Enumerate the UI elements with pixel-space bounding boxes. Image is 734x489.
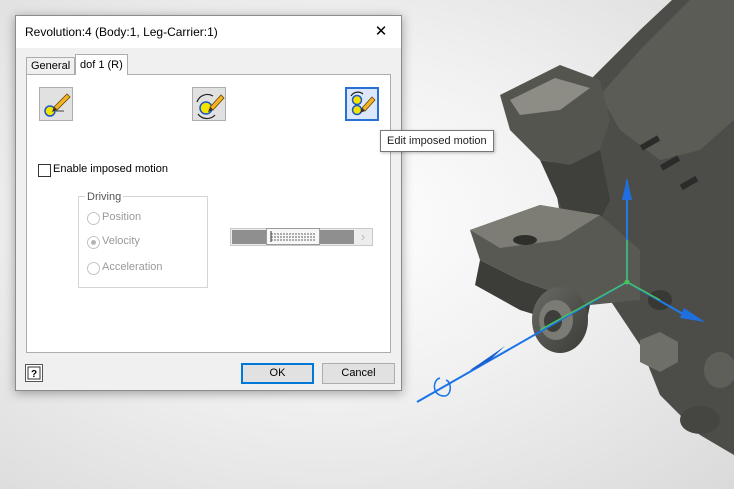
edit-imposed-motion-button[interactable] [345, 87, 379, 121]
edit-initial-condition-icon [44, 93, 71, 117]
slider-thumb[interactable] [266, 228, 320, 245]
radio-acceleration[interactable] [87, 262, 100, 275]
dialog-titlebar[interactable]: Revolution:4 (Body:1, Leg-Carrier:1) ✕ [16, 16, 401, 48]
edit-joint-friction-icon [196, 93, 225, 120]
motion-value-slider[interactable]: › [230, 228, 373, 246]
radio-velocity[interactable] [87, 236, 100, 249]
tooltip: Edit imposed motion [380, 130, 494, 152]
slider-right-arrow[interactable]: › [354, 229, 372, 245]
radio-acceleration-label: Acceleration [102, 261, 163, 273]
edit-imposed-motion-icon [350, 91, 376, 116]
help-icon: ? [27, 366, 41, 380]
leg-carrier-model[interactable] [470, 0, 734, 455]
driving-group: Driving Position Velocity Acceleration [78, 191, 208, 288]
graph-icon [270, 231, 315, 242]
dof-tab-panel: Enable imposed motion Driving Position V… [26, 74, 391, 353]
ok-button[interactable]: OK [241, 363, 314, 384]
radio-velocity-label: Velocity [102, 235, 140, 247]
help-button[interactable]: ? [25, 364, 43, 382]
radio-position-label: Position [102, 211, 142, 223]
enable-imposed-motion-checkbox[interactable] [38, 164, 51, 177]
joint-properties-dialog: Revolution:4 (Body:1, Leg-Carrier:1) ✕ G… [15, 15, 402, 391]
enable-imposed-motion-label: Enable imposed motion [53, 163, 168, 175]
close-button[interactable]: ✕ [361, 16, 401, 48]
cancel-button[interactable]: Cancel [322, 363, 395, 384]
driving-group-title: Driving [85, 191, 124, 203]
svg-text:?: ? [31, 369, 37, 380]
radio-position[interactable] [87, 212, 100, 225]
tab-dof-1[interactable]: dof 1 (R) [75, 54, 128, 75]
dialog-title: Revolution:4 (Body:1, Leg-Carrier:1) [25, 25, 218, 39]
tab-general[interactable]: General [26, 57, 76, 74]
edit-initial-condition-button[interactable] [39, 87, 73, 121]
edit-joint-friction-button[interactable] [192, 87, 226, 121]
